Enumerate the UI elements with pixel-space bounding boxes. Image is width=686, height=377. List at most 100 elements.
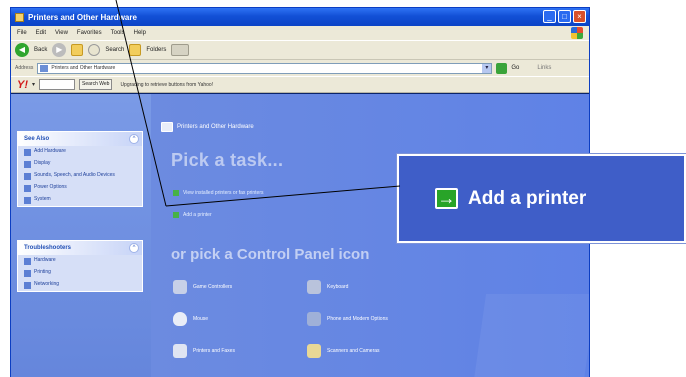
category-title: Printers and Other Hardware [177, 124, 254, 130]
category-label: Printers and Faxes [193, 348, 235, 354]
mouse-icon [173, 312, 187, 326]
troubleshooter-networking[interactable]: Networking [18, 279, 142, 291]
joystick-icon [173, 280, 187, 294]
keyboard-icon [307, 280, 321, 294]
yahoo-search-input[interactable] [39, 79, 76, 90]
see-also-sounds[interactable]: Sounds, Speech, and Audio Devices [18, 170, 142, 182]
sidebar-item-label: Printing [34, 269, 51, 275]
see-also-display[interactable]: Display [18, 158, 142, 170]
category-label: Scanners and Cameras [327, 348, 380, 354]
see-also-header[interactable]: See Also ^ [18, 132, 142, 146]
menu-bar: File Edit View Favorites Tools Help [11, 26, 589, 40]
see-also-system[interactable]: System [18, 194, 142, 206]
yahoo-toolbar: Y! ▾ Search Web Upgrading to retrieve bu… [11, 76, 589, 93]
back-button-label[interactable]: Back [34, 47, 47, 53]
sidebar-item-label: Networking [34, 281, 60, 287]
sidebar-item-label: Power Options [34, 184, 67, 190]
window-controls: _ □ × [543, 10, 586, 23]
folders-icon[interactable] [129, 44, 142, 56]
add-printer-callout: → Add a printer [397, 154, 686, 243]
address-label: Address [15, 65, 34, 71]
troubleshooters-header[interactable]: Troubleshooters ^ [18, 241, 142, 255]
category-label: Phone and Modem Options [327, 316, 388, 322]
help-icon [24, 270, 31, 277]
display-icon [24, 161, 31, 168]
back-arrow-icon[interactable]: ◀ [15, 43, 29, 57]
menu-view[interactable]: View [55, 30, 68, 36]
callout-label: Add a printer [468, 187, 587, 209]
task-label: View installed printers or fax printers [183, 190, 264, 196]
minimize-button[interactable]: _ [543, 10, 556, 23]
close-button[interactable]: × [573, 10, 586, 23]
search-web-button[interactable]: Search Web [79, 79, 113, 90]
category-game-controllers[interactable]: Game Controllers [173, 280, 232, 294]
category-keyboard[interactable]: Keyboard [307, 280, 348, 294]
chevron-down-icon[interactable]: ▾ [482, 63, 492, 73]
folder-icon [15, 12, 24, 22]
window-title: Printers and Other Hardware [28, 12, 137, 22]
search-button-label[interactable]: Search [105, 47, 124, 53]
folders-button-label[interactable]: Folders [146, 47, 166, 53]
category-scanners-cameras[interactable]: Scanners and Cameras [307, 344, 380, 358]
forward-arrow-icon[interactable]: ▶ [52, 43, 67, 57]
camera-icon [307, 344, 321, 358]
address-input[interactable]: Printers and Other Hardware ▾ [37, 62, 493, 74]
yahoo-logo[interactable]: Y! [17, 79, 28, 91]
see-also-power-options[interactable]: Power Options [18, 182, 142, 194]
chevron-up-icon[interactable]: ^ [129, 134, 139, 144]
search-icon[interactable] [88, 44, 101, 56]
troubleshooters-title: Troubleshooters [24, 245, 72, 251]
troubleshooter-hardware[interactable]: Hardware [18, 255, 142, 267]
sidebar-item-label: Display [34, 160, 51, 166]
go-arrow-icon[interactable] [496, 62, 508, 74]
menu-tools[interactable]: Tools [111, 30, 125, 36]
sidebar-item-label: Hardware [34, 257, 56, 263]
watermark-shape [471, 294, 589, 377]
category-phone-modem[interactable]: Phone and Modem Options [307, 312, 388, 326]
troubleshooter-printing[interactable]: Printing [18, 267, 142, 279]
task-add-printer[interactable]: Add a printer [173, 212, 212, 218]
up-folder-icon[interactable] [71, 44, 84, 56]
menu-help[interactable]: Help [134, 30, 146, 36]
arrow-right-icon [173, 212, 179, 218]
chevron-down-icon[interactable]: ▾ [32, 81, 35, 88]
category-printers-faxes[interactable]: Printers and Faxes [173, 344, 235, 358]
title-bar[interactable]: Printers and Other Hardware _ □ × [11, 8, 589, 26]
arrow-right-icon: → [435, 188, 458, 209]
views-icon[interactable] [171, 44, 190, 56]
menu-favorites[interactable]: Favorites [77, 30, 102, 36]
power-icon [24, 185, 31, 192]
pick-icon-heading: or pick a Control Panel icon [171, 246, 370, 263]
menu-file[interactable]: File [17, 30, 27, 36]
standard-toolbar: ◀ Back ▶ Search Folders [11, 40, 589, 60]
sidebar-item-label: Add Hardware [34, 148, 66, 154]
speaker-icon [24, 173, 31, 180]
printer-icon [173, 344, 187, 358]
printer-folder-icon [40, 64, 49, 72]
menu-edit[interactable]: Edit [36, 30, 46, 36]
go-button-label[interactable]: Go [511, 65, 519, 71]
windows-logo-icon [571, 27, 583, 39]
see-also-add-hardware[interactable]: Add Hardware [18, 146, 142, 158]
phone-icon [307, 312, 321, 326]
category-header: Printers and Other Hardware [161, 120, 551, 134]
task-pane: See Also ^ Add Hardware Display Sounds, … [11, 94, 151, 377]
address-bar: Address Printers and Other Hardware ▾ Go… [11, 60, 589, 76]
printer-icon [161, 122, 173, 132]
category-label: Keyboard [327, 284, 349, 290]
address-value: Printers and Other Hardware [51, 65, 116, 71]
links-label[interactable]: Links [537, 65, 551, 71]
category-mouse[interactable]: Mouse [173, 312, 208, 326]
chevron-up-icon[interactable]: ^ [129, 243, 139, 253]
computer-icon [24, 197, 31, 204]
category-label: Mouse [193, 316, 209, 322]
help-icon [24, 258, 31, 265]
task-label: Add a printer [183, 212, 212, 218]
sidebar-item-label: System [34, 196, 51, 202]
pick-task-heading: Pick a task... [171, 150, 284, 170]
yahoo-status-message: Upgrading to retrieve buttons from Yahoo… [120, 81, 214, 88]
help-icon [24, 282, 31, 289]
arrow-right-icon [173, 190, 179, 196]
task-view-printers[interactable]: View installed printers or fax printers [173, 190, 264, 196]
maximize-button[interactable]: □ [558, 10, 571, 23]
